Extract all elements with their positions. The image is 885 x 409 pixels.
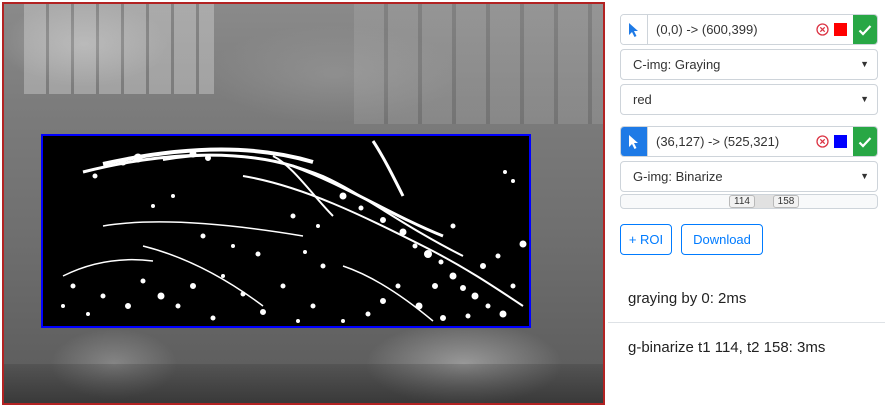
roi1-operation-select[interactable]: C-img: Graying ▼ [620, 49, 878, 80]
log-divider [608, 322, 885, 323]
roi2-operation-value: G-img: Binarize [633, 169, 723, 184]
log-entry: graying by 0: 2ms [628, 290, 747, 307]
caret-down-icon: ▼ [860, 171, 869, 181]
log-entry: g-binarize t1 114, t2 158: 3ms [628, 339, 826, 356]
roi2-select-button[interactable] [621, 127, 648, 156]
circle-x-icon [815, 135, 829, 148]
threshold-high-handle[interactable]: 158 [773, 195, 799, 208]
roi2-confirm-button[interactable] [853, 127, 877, 156]
roi1-operation-value: C-img: Graying [633, 57, 721, 72]
background-window-texture [354, 4, 603, 124]
cursor-arrow-icon [629, 134, 638, 149]
check-icon [858, 24, 872, 36]
binarized-image [61, 140, 527, 323]
roi1-confirm-button[interactable] [853, 15, 877, 44]
background-foliage-shade [4, 364, 603, 403]
roi-row-1: (0,0) -> (600,399) [620, 14, 878, 45]
circle-x-icon [815, 23, 829, 36]
roi1-remove-button[interactable] [814, 15, 830, 44]
threshold-low-handle[interactable]: 114 [729, 195, 755, 208]
threshold-range-slider[interactable]: 114 158 [620, 194, 878, 209]
caret-down-icon: ▼ [860, 94, 869, 104]
roi2-remove-button[interactable] [814, 127, 830, 156]
roi1-color-value: red [633, 92, 652, 107]
roi2-operation-select[interactable]: G-img: Binarize ▼ [620, 161, 878, 192]
add-roi-button[interactable]: + ROI [620, 224, 672, 255]
roi-row-2: (36,127) -> (525,321) [620, 126, 878, 157]
roi2-coordinates: (36,127) -> (525,321) [656, 134, 780, 149]
image-canvas[interactable] [2, 2, 605, 405]
roi-binarized-region[interactable] [41, 134, 531, 328]
caret-down-icon: ▼ [860, 59, 869, 69]
roi1-coordinates: (0,0) -> (600,399) [656, 22, 758, 37]
roi2-color-swatch [834, 135, 847, 148]
roi1-select-button[interactable] [621, 15, 648, 44]
download-button[interactable]: Download [681, 224, 763, 255]
roi1-color-swatch [834, 23, 847, 36]
roi1-color-select[interactable]: red ▼ [620, 84, 878, 115]
background-window-texture [24, 4, 214, 94]
check-icon [858, 136, 872, 148]
cursor-arrow-icon [629, 22, 638, 37]
